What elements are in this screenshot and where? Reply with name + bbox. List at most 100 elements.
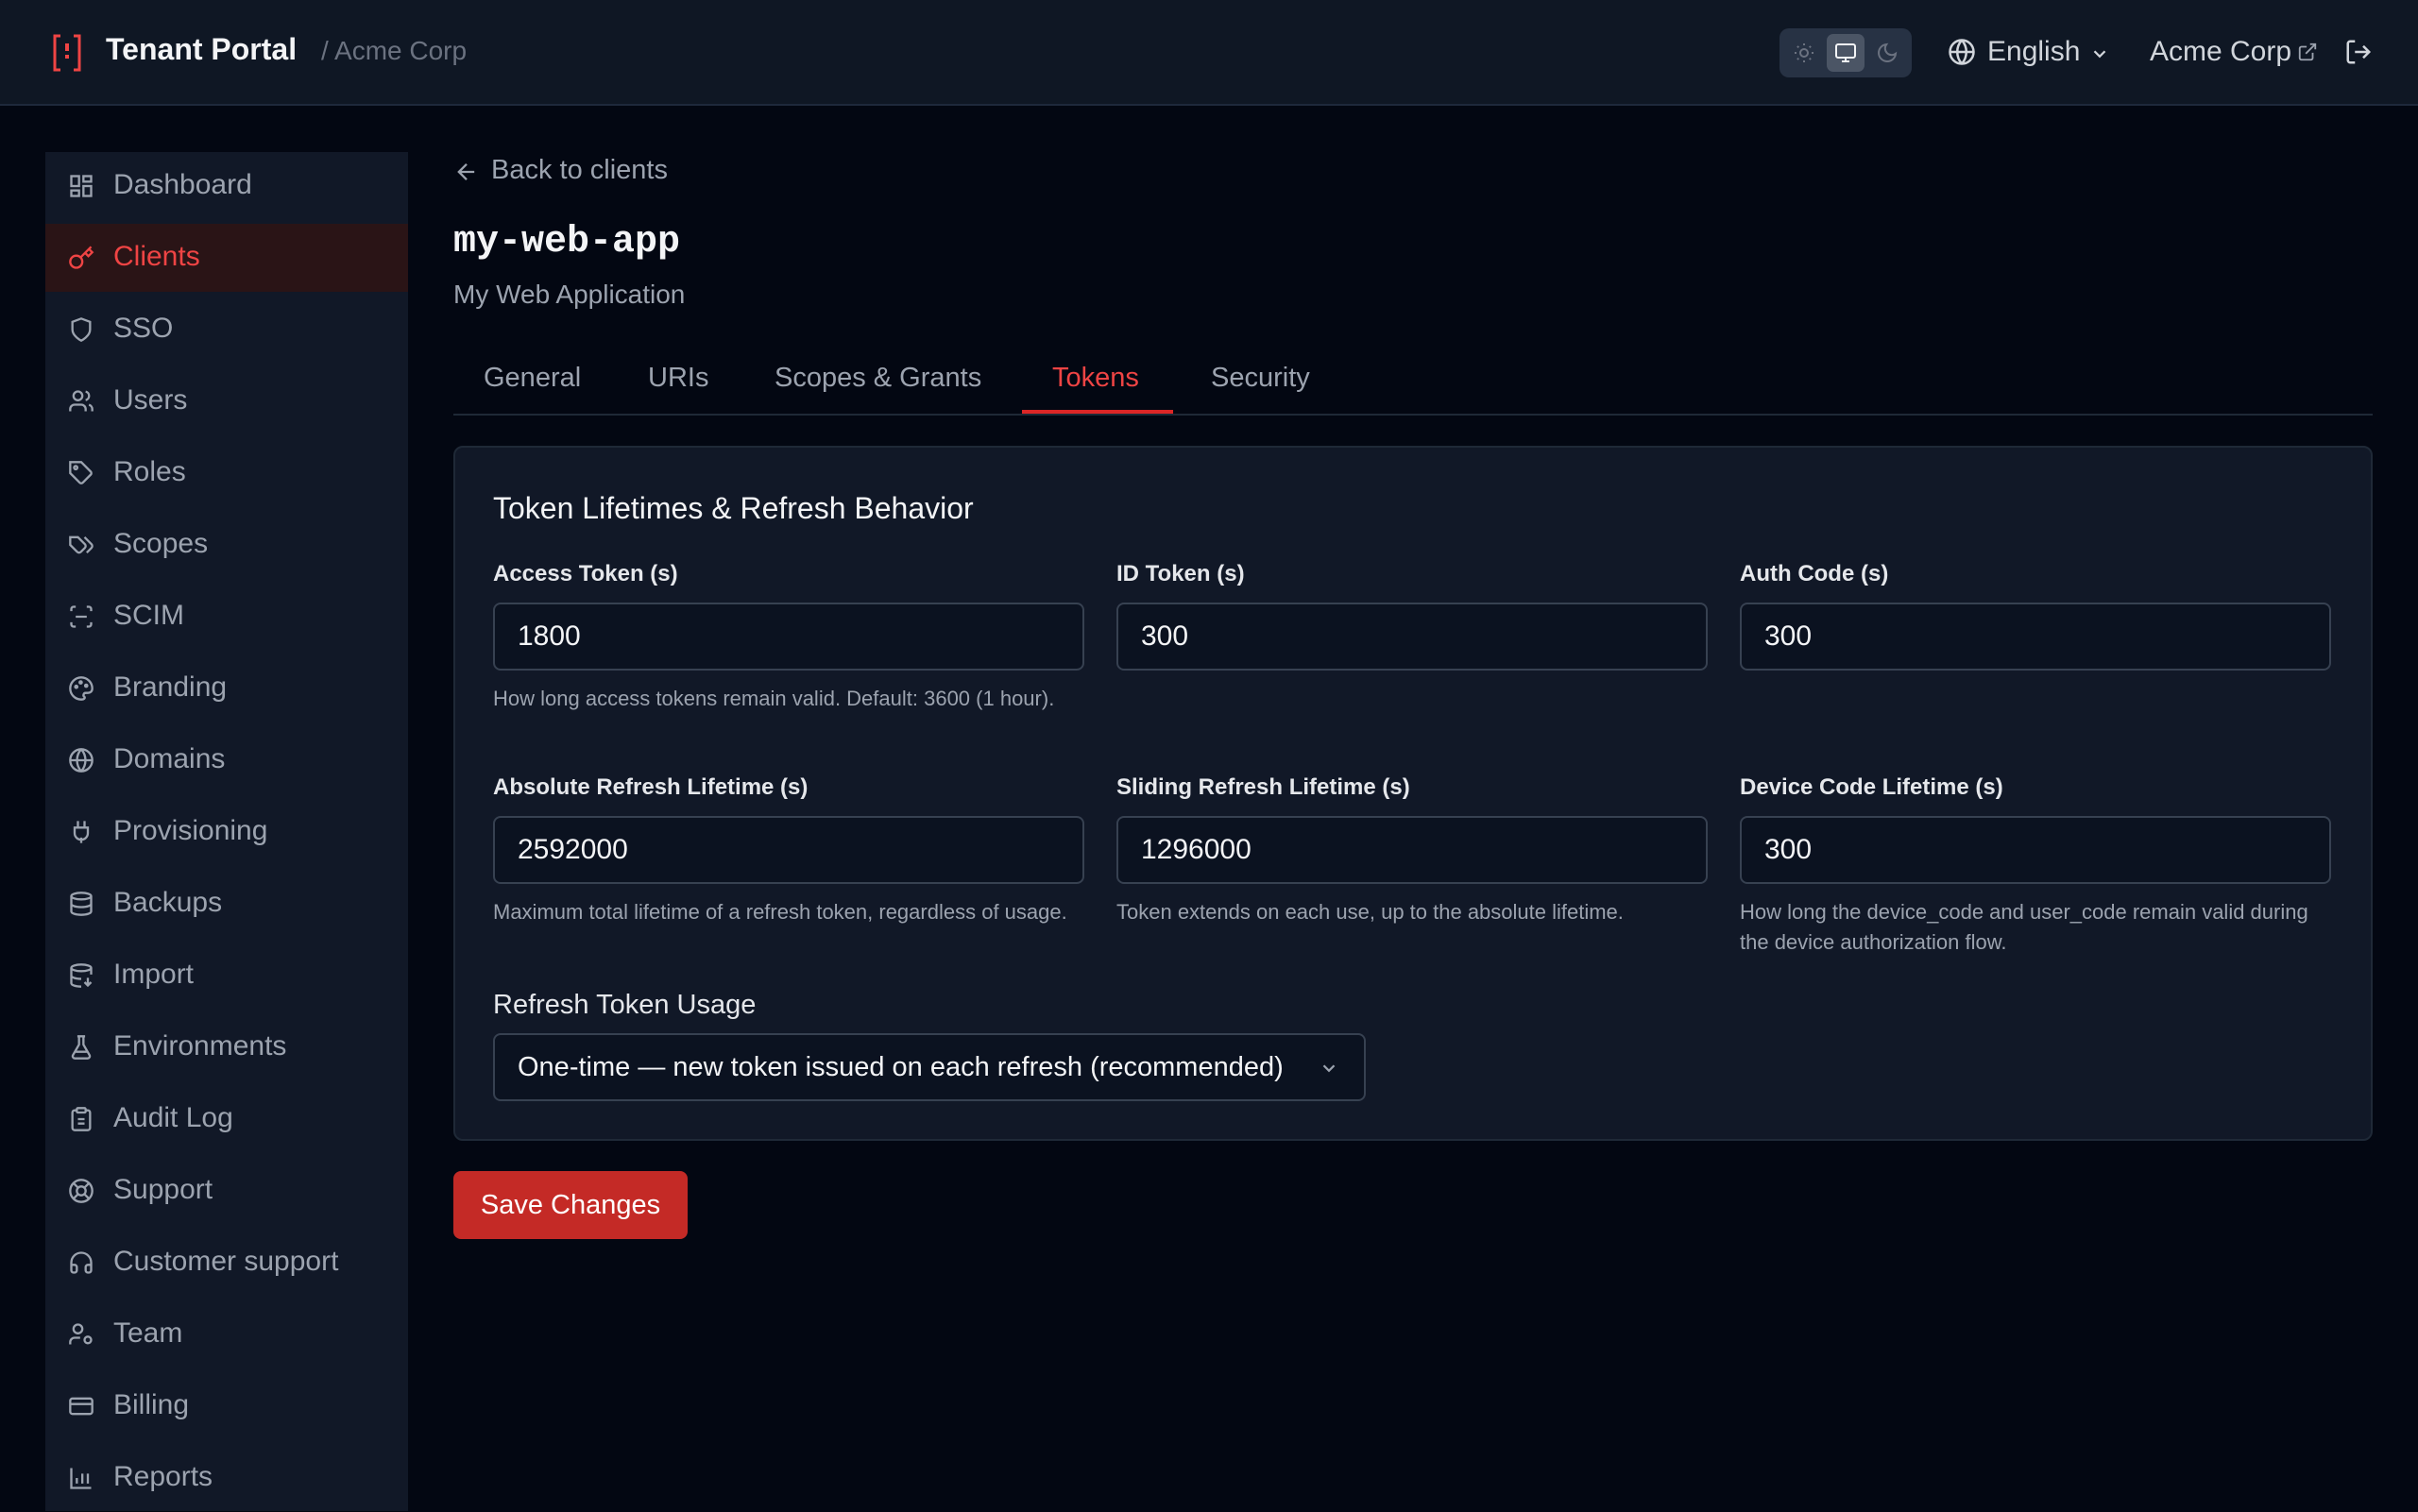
tab-scopes-grants[interactable]: Scopes & Grants — [775, 363, 981, 394]
chevron-down-icon — [2093, 50, 2106, 59]
flask-icon — [71, 1035, 92, 1060]
id-token-input[interactable] — [1116, 603, 1708, 671]
sidebar-item-roles[interactable]: Roles — [45, 439, 408, 507]
sidebar-item-domains[interactable]: Domains — [45, 726, 408, 794]
sidebar-item-scopes[interactable]: Scopes — [45, 511, 408, 579]
access-token-label: Access Token (s) — [493, 561, 678, 586]
id-token-label: ID Token (s) — [1116, 561, 1245, 586]
sliding-refresh-help: Token extends on each use, up to the abs… — [1116, 900, 1624, 924]
card-title: Token Lifetimes & Refresh Behavior — [493, 491, 974, 525]
headset-icon — [70, 1251, 93, 1274]
globe-icon — [1949, 39, 1975, 65]
tenant-breadcrumb: / Acme Corp — [321, 36, 468, 65]
sidebar-item-provisioning[interactable]: Provisioning — [45, 798, 408, 866]
dashboard-icon — [70, 175, 93, 197]
access-token-input[interactable] — [493, 603, 1084, 671]
absolute-refresh-input[interactable] — [493, 816, 1084, 884]
sidebar-item-label: Import — [113, 959, 195, 990]
sliding-refresh-input[interactable] — [1116, 816, 1708, 884]
sidebar-item-label: Branding — [113, 671, 228, 703]
auth-code-input[interactable] — [1740, 603, 2331, 671]
sidebar-item-label: Provisioning — [113, 815, 268, 846]
sidebar-item-clients[interactable]: Clients — [45, 224, 408, 292]
access-token-help: How long access tokens remain valid. Def… — [493, 687, 1055, 710]
theme-toggle — [1779, 28, 1912, 77]
sidebar-item-label: Scopes — [113, 528, 209, 559]
sidebar-item-label: Audit Log — [113, 1102, 233, 1133]
absolute-refresh-label: Absolute Refresh Lifetime (s) — [493, 774, 809, 800]
language-label: English — [1987, 36, 2081, 67]
sliding-refresh-label: Sliding Refresh Lifetime (s) — [1116, 774, 1410, 800]
sidebar-item-label: Domains — [113, 743, 226, 774]
sidebar-item-label: Backups — [113, 887, 223, 918]
users-icon — [69, 390, 94, 412]
device-code-help: How long the device_code and user_code r… — [1740, 900, 2308, 954]
sidebar-item-import[interactable]: Import — [45, 942, 408, 1010]
sidebar-item-label: SSO — [113, 313, 174, 344]
tab-security[interactable]: Security — [1211, 363, 1310, 394]
back-label: Back to clients — [491, 155, 668, 185]
sidebar-item-label: Team — [113, 1317, 183, 1349]
sidebar-item-environments[interactable]: Environments — [45, 1013, 408, 1081]
refresh-usage-select[interactable]: One-time — new token issued on each refr… — [493, 1033, 1366, 1101]
logo-icon — [53, 34, 81, 72]
logout-icon[interactable] — [2344, 38, 2373, 66]
sidebar-item-team[interactable]: Team — [45, 1300, 408, 1368]
sidebar-item-backups[interactable]: Backups — [45, 870, 408, 938]
sidebar-item-reports[interactable]: Reports — [45, 1444, 408, 1512]
tab-general[interactable]: General — [484, 363, 581, 394]
database-icon — [70, 892, 93, 916]
sidebar-item-billing[interactable]: Billing — [45, 1372, 408, 1440]
sidebar-item-branding[interactable]: Branding — [45, 654, 408, 722]
refresh-usage-label: Refresh Token Usage — [493, 990, 757, 1020]
life-buoy-icon — [69, 1179, 94, 1203]
monitor-icon — [1835, 43, 1856, 62]
user-cog-icon — [69, 1323, 93, 1345]
sidebar-item-label: Users — [113, 384, 188, 416]
palette-icon — [69, 676, 94, 701]
token-lifetimes-card: Token Lifetimes & Refresh Behavior Acces… — [453, 446, 2373, 1141]
sidebar-item-label: Dashboard — [113, 169, 252, 200]
theme-dark-button[interactable] — [1868, 34, 1906, 72]
org-link[interactable]: Acme Corp — [2150, 36, 2291, 68]
device-code-input[interactable] — [1740, 816, 2331, 884]
bar-chart-icon — [70, 1468, 92, 1489]
tags-icon — [69, 535, 94, 554]
clipboard-icon — [71, 1107, 92, 1131]
sidebar-item-label: SCIM — [113, 600, 184, 631]
moon-icon — [1878, 42, 1898, 62]
sidebar: Dashboard Clients SSO Users Roles Scopes… — [45, 152, 408, 1511]
sidebar-item-label: Environments — [113, 1030, 287, 1062]
theme-light-button[interactable] — [1785, 34, 1823, 72]
sun-icon — [1795, 43, 1814, 62]
sidebar-item-scim[interactable]: SCIM — [45, 583, 408, 651]
sidebar-item-label: Support — [113, 1174, 213, 1205]
sidebar-item-support[interactable]: Support — [45, 1157, 408, 1225]
sidebar-item-label: Customer support — [113, 1246, 339, 1277]
tab-bar: General URIs Scopes & Grants Tokens Secu… — [453, 351, 2373, 416]
theme-system-button[interactable] — [1827, 34, 1865, 72]
sidebar-item-label: Roles — [113, 456, 186, 487]
database-import-icon — [70, 963, 93, 988]
absolute-refresh-help: Maximum total lifetime of a refresh toke… — [493, 900, 1067, 924]
sidebar-item-users[interactable]: Users — [45, 367, 408, 435]
external-link-icon — [2298, 42, 2317, 61]
save-changes-button[interactable]: Save Changes — [453, 1171, 688, 1239]
key-icon — [69, 246, 94, 269]
page-title: my-web-app — [453, 221, 681, 263]
active-tab-indicator — [1022, 410, 1173, 414]
sidebar-item-customer-support[interactable]: Customer support — [45, 1229, 408, 1297]
auth-code-label: Auth Code (s) — [1740, 561, 1889, 586]
globe-icon — [69, 748, 94, 773]
sidebar-item-label: Clients — [113, 241, 200, 272]
tag-icon — [69, 461, 93, 484]
chevron-down-icon — [1322, 1064, 1336, 1073]
plug-icon — [73, 821, 90, 843]
sidebar-item-sso[interactable]: SSO — [45, 296, 408, 364]
sidebar-item-dashboard[interactable]: Dashboard — [45, 152, 408, 220]
sidebar-item-audit-log[interactable]: Audit Log — [45, 1085, 408, 1153]
top-bar: Tenant Portal / Acme Corp English Acme C… — [0, 0, 2418, 106]
credit-card-icon — [69, 1397, 94, 1416]
tab-tokens[interactable]: Tokens — [1052, 363, 1139, 394]
tab-uris[interactable]: URIs — [648, 363, 708, 394]
